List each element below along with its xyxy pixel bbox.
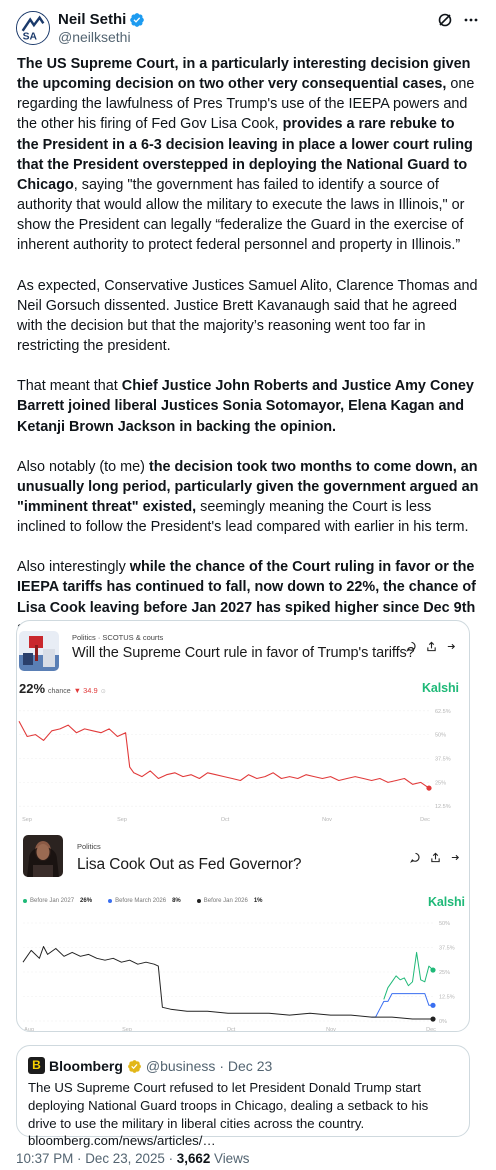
tweet-text: The US Supreme Court, in a particularly … xyxy=(17,54,479,658)
text-run: , saying "the government has failed to i… xyxy=(17,176,465,254)
author-avatar[interactable]: SA xyxy=(16,11,50,45)
x-tick-label: Nov xyxy=(326,1027,336,1032)
bloomberg-logo[interactable]: B xyxy=(28,1057,45,1074)
tweet-header: SA Neil Sethi @neilksethi xyxy=(16,9,480,49)
more-icon[interactable] xyxy=(462,11,480,29)
svg-text:SA: SA xyxy=(23,31,38,42)
x-tick-label: Aug xyxy=(24,1027,34,1032)
text-run: Also notably (to me) xyxy=(17,458,149,475)
tweet-timestamp[interactable]: 10:37 PM · Dec 23, 2025 · xyxy=(16,1151,177,1166)
quoted-text: The US Supreme Court refused to let Pres… xyxy=(28,1080,429,1149)
quoted-author-handle[interactable]: @business xyxy=(146,1058,215,1074)
text-run: That meant that xyxy=(17,378,122,395)
tweet-paragraph: That meant that Chief Justice John Rober… xyxy=(17,376,479,436)
tweet-paragraph: The US Supreme Court, in a particularly … xyxy=(17,54,479,256)
tweet-paragraph: Also notably (to me) the decision took t… xyxy=(17,457,479,538)
quoted-tweet[interactable]: B Bloomberg @business · Dec 23 The US Su… xyxy=(16,1045,470,1148)
tweet-meta: 10:37 PM · Dec 23, 2025 · 3,662 Views xyxy=(16,1151,250,1166)
y-tick-label: 37.5% xyxy=(439,946,455,952)
series-line xyxy=(383,951,434,1000)
view-count: 3,662 xyxy=(176,1151,211,1166)
y-tick-label: 0% xyxy=(439,1019,447,1025)
y-tick-label: 50% xyxy=(439,921,450,927)
quoted-date[interactable]: · Dec 23 xyxy=(219,1058,272,1074)
x-tick-label: Sep xyxy=(122,1027,132,1032)
y-tick-label: 25% xyxy=(439,970,450,976)
bold-text-run: The US Supreme Court, in a particularly … xyxy=(17,56,471,93)
series-endpoint xyxy=(430,967,436,973)
grok-icon[interactable] xyxy=(436,11,454,29)
series-endpoint xyxy=(430,1016,436,1022)
text-run: As expected, Conservative Justices Samue… xyxy=(17,277,478,355)
y-tick-label: 12.5% xyxy=(439,995,455,1001)
series-endpoint xyxy=(430,1002,436,1008)
views-label: Views xyxy=(210,1151,250,1166)
x-tick-label: Oct xyxy=(227,1027,236,1032)
attached-image[interactable]: Politics · SCOTUS & courts Will the Supr… xyxy=(16,620,470,1032)
verified-org-badge-icon xyxy=(127,1059,141,1073)
author-handle[interactable]: @neilksethi xyxy=(58,29,131,45)
x-tick-label: Dec xyxy=(426,1027,436,1032)
author-name[interactable]: Neil Sethi xyxy=(58,11,126,28)
quoted-author-name[interactable]: Bloomberg xyxy=(49,1058,123,1074)
cook-chart: 50% 37.5% 25% 12.5% 0% Aug Sep Oct Nov Dec xyxy=(22,921,455,1032)
series-line xyxy=(371,993,433,1018)
tweet-paragraph: As expected, Conservative Justices Samue… xyxy=(17,276,479,357)
text-run: Also interestingly xyxy=(17,559,130,576)
verified-badge-icon xyxy=(130,12,145,27)
series-line xyxy=(22,946,433,1020)
